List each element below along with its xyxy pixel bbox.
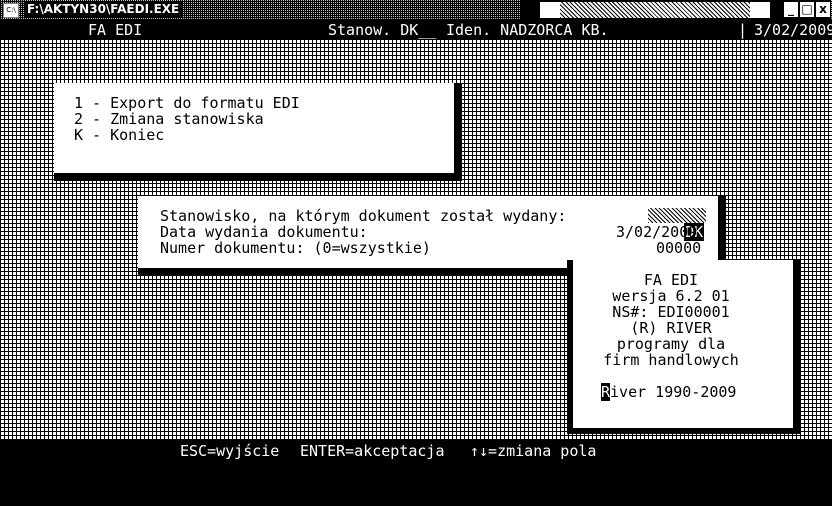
number-label: Numer dokumentu: (0=wszystkie) [160, 239, 431, 257]
hint-escape: ESC=wyjście [180, 442, 280, 460]
hint-enter: ENTER=akceptacja [300, 442, 445, 460]
menu-item-change-station[interactable]: 2 - Zmiana stanowiska [74, 111, 264, 127]
info-version: wersja 6.2 01 [612, 287, 730, 305]
main-menu: 1 - Export do formatu EDI 2 - Zmiana sta… [54, 83, 462, 181]
window-title: F:\AKTYN30\FAEDI.EXE [24, 2, 183, 17]
menu-item-export[interactable]: 1 - Export do formatu EDI [74, 95, 300, 111]
number-input[interactable]: 00000 [656, 240, 701, 256]
info-desc-2: firm handlowych [603, 351, 739, 369]
key-help-bar: ESC=wyjście ENTER=akceptacja ↑↓=zmiana p… [0, 441, 832, 460]
date-input[interactable]: 3/02/2009 [616, 224, 697, 240]
station-input[interactable]: DK [648, 208, 706, 241]
info-product: FA EDI [643, 271, 699, 289]
maximize-button[interactable]: □ [800, 2, 814, 17]
info-serial: NS#: EDI00001 [612, 303, 730, 321]
header-app-name: FA EDI [88, 21, 143, 39]
copyright-text: iver 1990-2009 [610, 383, 737, 401]
info-copyright: River 1990-2009 [601, 383, 737, 401]
info-brand: (R) RIVER [630, 319, 712, 337]
close-button[interactable]: x [816, 2, 830, 17]
header-station: Stanow. DK__ [328, 21, 437, 39]
menu-item-exit[interactable]: K - Koniec [74, 127, 164, 143]
about-box: FA EDI wersja 6.2 01 NS#: EDI00001 (R) R… [567, 260, 801, 434]
window-titlebar[interactable]: C:\ F:\AKTYN30\FAEDI.EXE _ □ x [0, 0, 832, 20]
minimize-button[interactable]: _ [784, 2, 798, 17]
date-label: Data wydania dokumentu: [160, 223, 368, 241]
titlebar-pattern-hatch [560, 2, 750, 18]
station-label: Stanowisko, na którym dokument został wy… [160, 207, 567, 225]
program-header: FA EDI Stanow. DK__ Iden. NADZORCA KB. |… [0, 20, 832, 39]
header-ident: Iden. NADZORCA KB. [446, 21, 609, 39]
header-date: 3/02/2009 [754, 21, 832, 39]
info-desc-1: programy dla [616, 335, 726, 353]
hint-arrows: ↑↓=zmiana pola [470, 442, 597, 460]
console-app-icon[interactable]: C:\ [3, 3, 19, 18]
cursor-initial: R [601, 383, 611, 401]
header-separator: | [738, 21, 748, 39]
